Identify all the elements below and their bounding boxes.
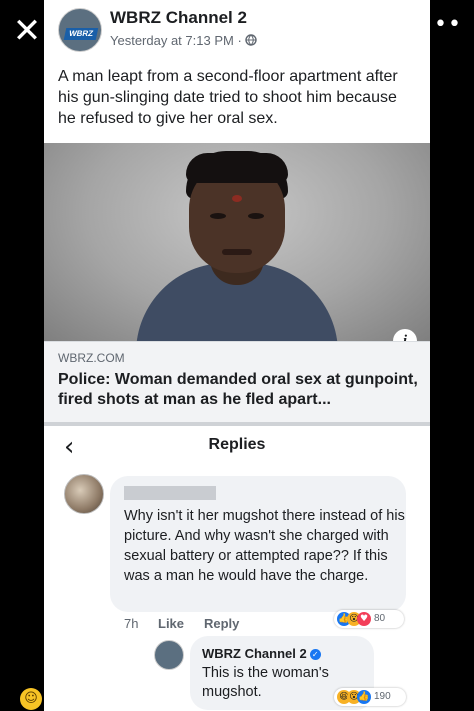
post-timestamp[interactable]: Yesterday at 7:13 PM — [110, 33, 234, 48]
close-icon[interactable]: ✕ — [10, 14, 44, 48]
globe-icon — [245, 33, 258, 48]
post-meta: Yesterday at 7:13 PM · — [110, 33, 258, 48]
redacted-commenter-name — [124, 486, 216, 500]
verified-icon: ✓ — [309, 649, 321, 660]
reply-author[interactable]: WBRZ Channel 2 ✓ — [202, 646, 321, 661]
replies-title: Replies — [208, 436, 266, 453]
page-avatar[interactable] — [154, 640, 184, 670]
like-reaction-icon: 👍 — [357, 690, 371, 704]
mugshot-image[interactable] — [44, 143, 430, 341]
replies-panel: ‹ Replies Why isn't it her mugshot there… — [44, 422, 430, 711]
comment-reactions[interactable]: 👍 😮 ♥ 80 — [334, 610, 404, 628]
reply-button[interactable]: Reply — [204, 616, 239, 631]
post-text: A man leapt from a second-floor apartmen… — [58, 68, 398, 127]
reaction-count: 80 — [374, 613, 386, 624]
facebook-post-screenshot: WBRZ WBRZ Channel 2 Yesterday at 7:13 PM… — [44, 0, 430, 711]
reaction-count: 190 — [374, 691, 391, 702]
page-avatar[interactable]: WBRZ — [58, 8, 102, 52]
like-button[interactable]: Like — [158, 616, 184, 631]
wbrz-logo: WBRZ — [63, 28, 99, 40]
link-domain: WBRZ.COM — [58, 351, 125, 365]
reply-author-name: WBRZ Channel 2 — [202, 646, 307, 661]
comment-bubble: Why isn't it her mugshot there instead o… — [110, 476, 406, 612]
emoji-reaction-icon[interactable]: ☺ — [20, 688, 42, 710]
post-card: WBRZ WBRZ Channel 2 Yesterday at 7:13 PM… — [44, 0, 430, 422]
comment-text: Why isn't it her mugshot there instead o… — [124, 508, 405, 584]
link-title: Police: Woman demanded oral sex at gunpo… — [58, 371, 418, 408]
comment-time: 7h — [124, 616, 139, 631]
love-reaction-icon: ♥ — [357, 612, 371, 626]
post-author[interactable]: WBRZ Channel 2 — [110, 8, 247, 28]
link-preview[interactable]: WBRZ.COM Police: Woman demanded oral sex… — [44, 341, 430, 422]
reply-reactions[interactable]: 😆 😮 👍 190 — [334, 688, 406, 706]
avatar[interactable] — [64, 474, 104, 514]
